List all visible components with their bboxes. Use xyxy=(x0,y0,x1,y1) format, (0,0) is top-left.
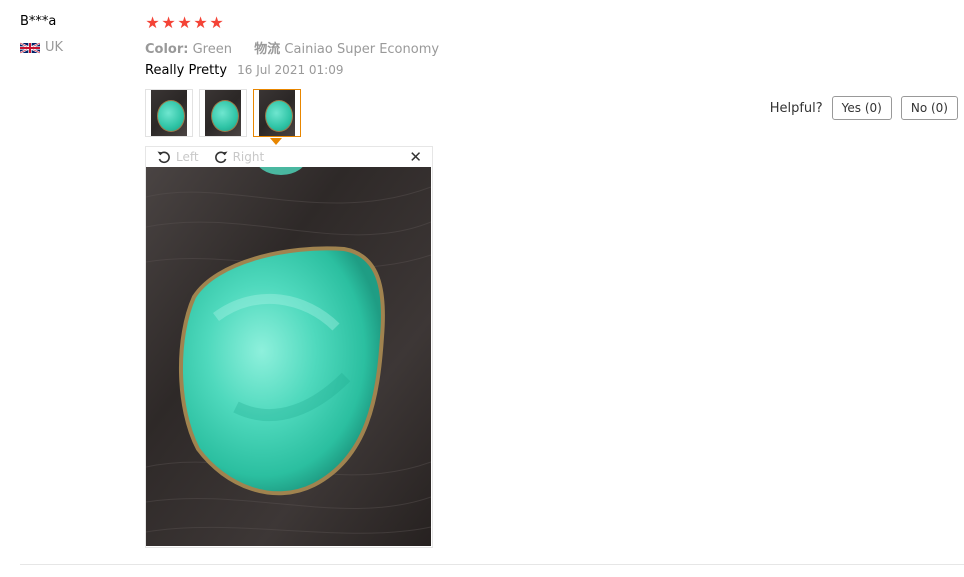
helpful-question: Helpful? xyxy=(769,100,823,116)
thumbnail-image xyxy=(205,90,241,136)
photo-thumbnail-1[interactable] xyxy=(145,89,193,137)
shipping-value: Cainiao Super Economy xyxy=(284,42,440,57)
thumbnail-image xyxy=(259,90,295,136)
photo-viewer: Left Right ✕ xyxy=(145,146,433,548)
review-photo xyxy=(146,167,431,546)
star-icon: ★ xyxy=(177,13,192,32)
close-icon[interactable]: ✕ xyxy=(409,148,422,166)
photo-thumbnail-2[interactable] xyxy=(199,89,247,137)
rotate-right-label: Right xyxy=(232,150,265,164)
uk-flag-icon xyxy=(20,41,40,54)
reviewer-country: UK xyxy=(20,40,63,55)
shipping-label: 物流 xyxy=(254,42,281,57)
color-label: Color: xyxy=(145,42,189,57)
rotate-left-icon xyxy=(157,151,170,164)
rotate-right-icon xyxy=(214,151,228,164)
feedback-text: Really Pretty xyxy=(145,63,228,78)
photo-thumbnails xyxy=(145,89,301,137)
helpful-no-button[interactable]: No (0) xyxy=(900,96,958,120)
rotate-right-button[interactable]: Right xyxy=(213,149,265,165)
reviewer-name: B***a xyxy=(20,14,57,29)
feedback-date: 16 Jul 2021 01:09 xyxy=(237,63,344,77)
star-icon: ★ xyxy=(161,13,176,32)
star-rating: ★ ★ ★ ★ ★ xyxy=(145,13,224,33)
rotate-left-label: Left xyxy=(176,150,199,164)
feedback: Really Pretty 16 Jul 2021 01:09 xyxy=(145,63,343,78)
thumbnail-image xyxy=(151,90,187,136)
helpful-yes-button[interactable]: Yes (0) xyxy=(831,96,892,120)
helpful-vote: Helpful? Yes (0) No (0) xyxy=(770,96,958,120)
review-item: B***a UK ★ ★ ★ ★ ★ Color: Green 物流 Caini… xyxy=(0,0,964,577)
country-label: UK xyxy=(45,40,64,55)
rotate-left-button[interactable]: Left xyxy=(156,149,199,165)
photo-thumbnail-3[interactable] xyxy=(253,89,301,137)
star-icon: ★ xyxy=(209,13,224,32)
star-icon: ★ xyxy=(145,13,160,32)
color-value: Green xyxy=(192,42,232,57)
active-thumbnail-caret xyxy=(270,138,282,145)
review-divider xyxy=(20,564,964,565)
sku-info: Color: Green 物流 Cainiao Super Economy xyxy=(145,38,439,57)
star-icon: ★ xyxy=(193,13,208,32)
photo-viewer-toolbar: Left Right ✕ xyxy=(146,147,432,167)
review-photo-image xyxy=(146,167,431,546)
